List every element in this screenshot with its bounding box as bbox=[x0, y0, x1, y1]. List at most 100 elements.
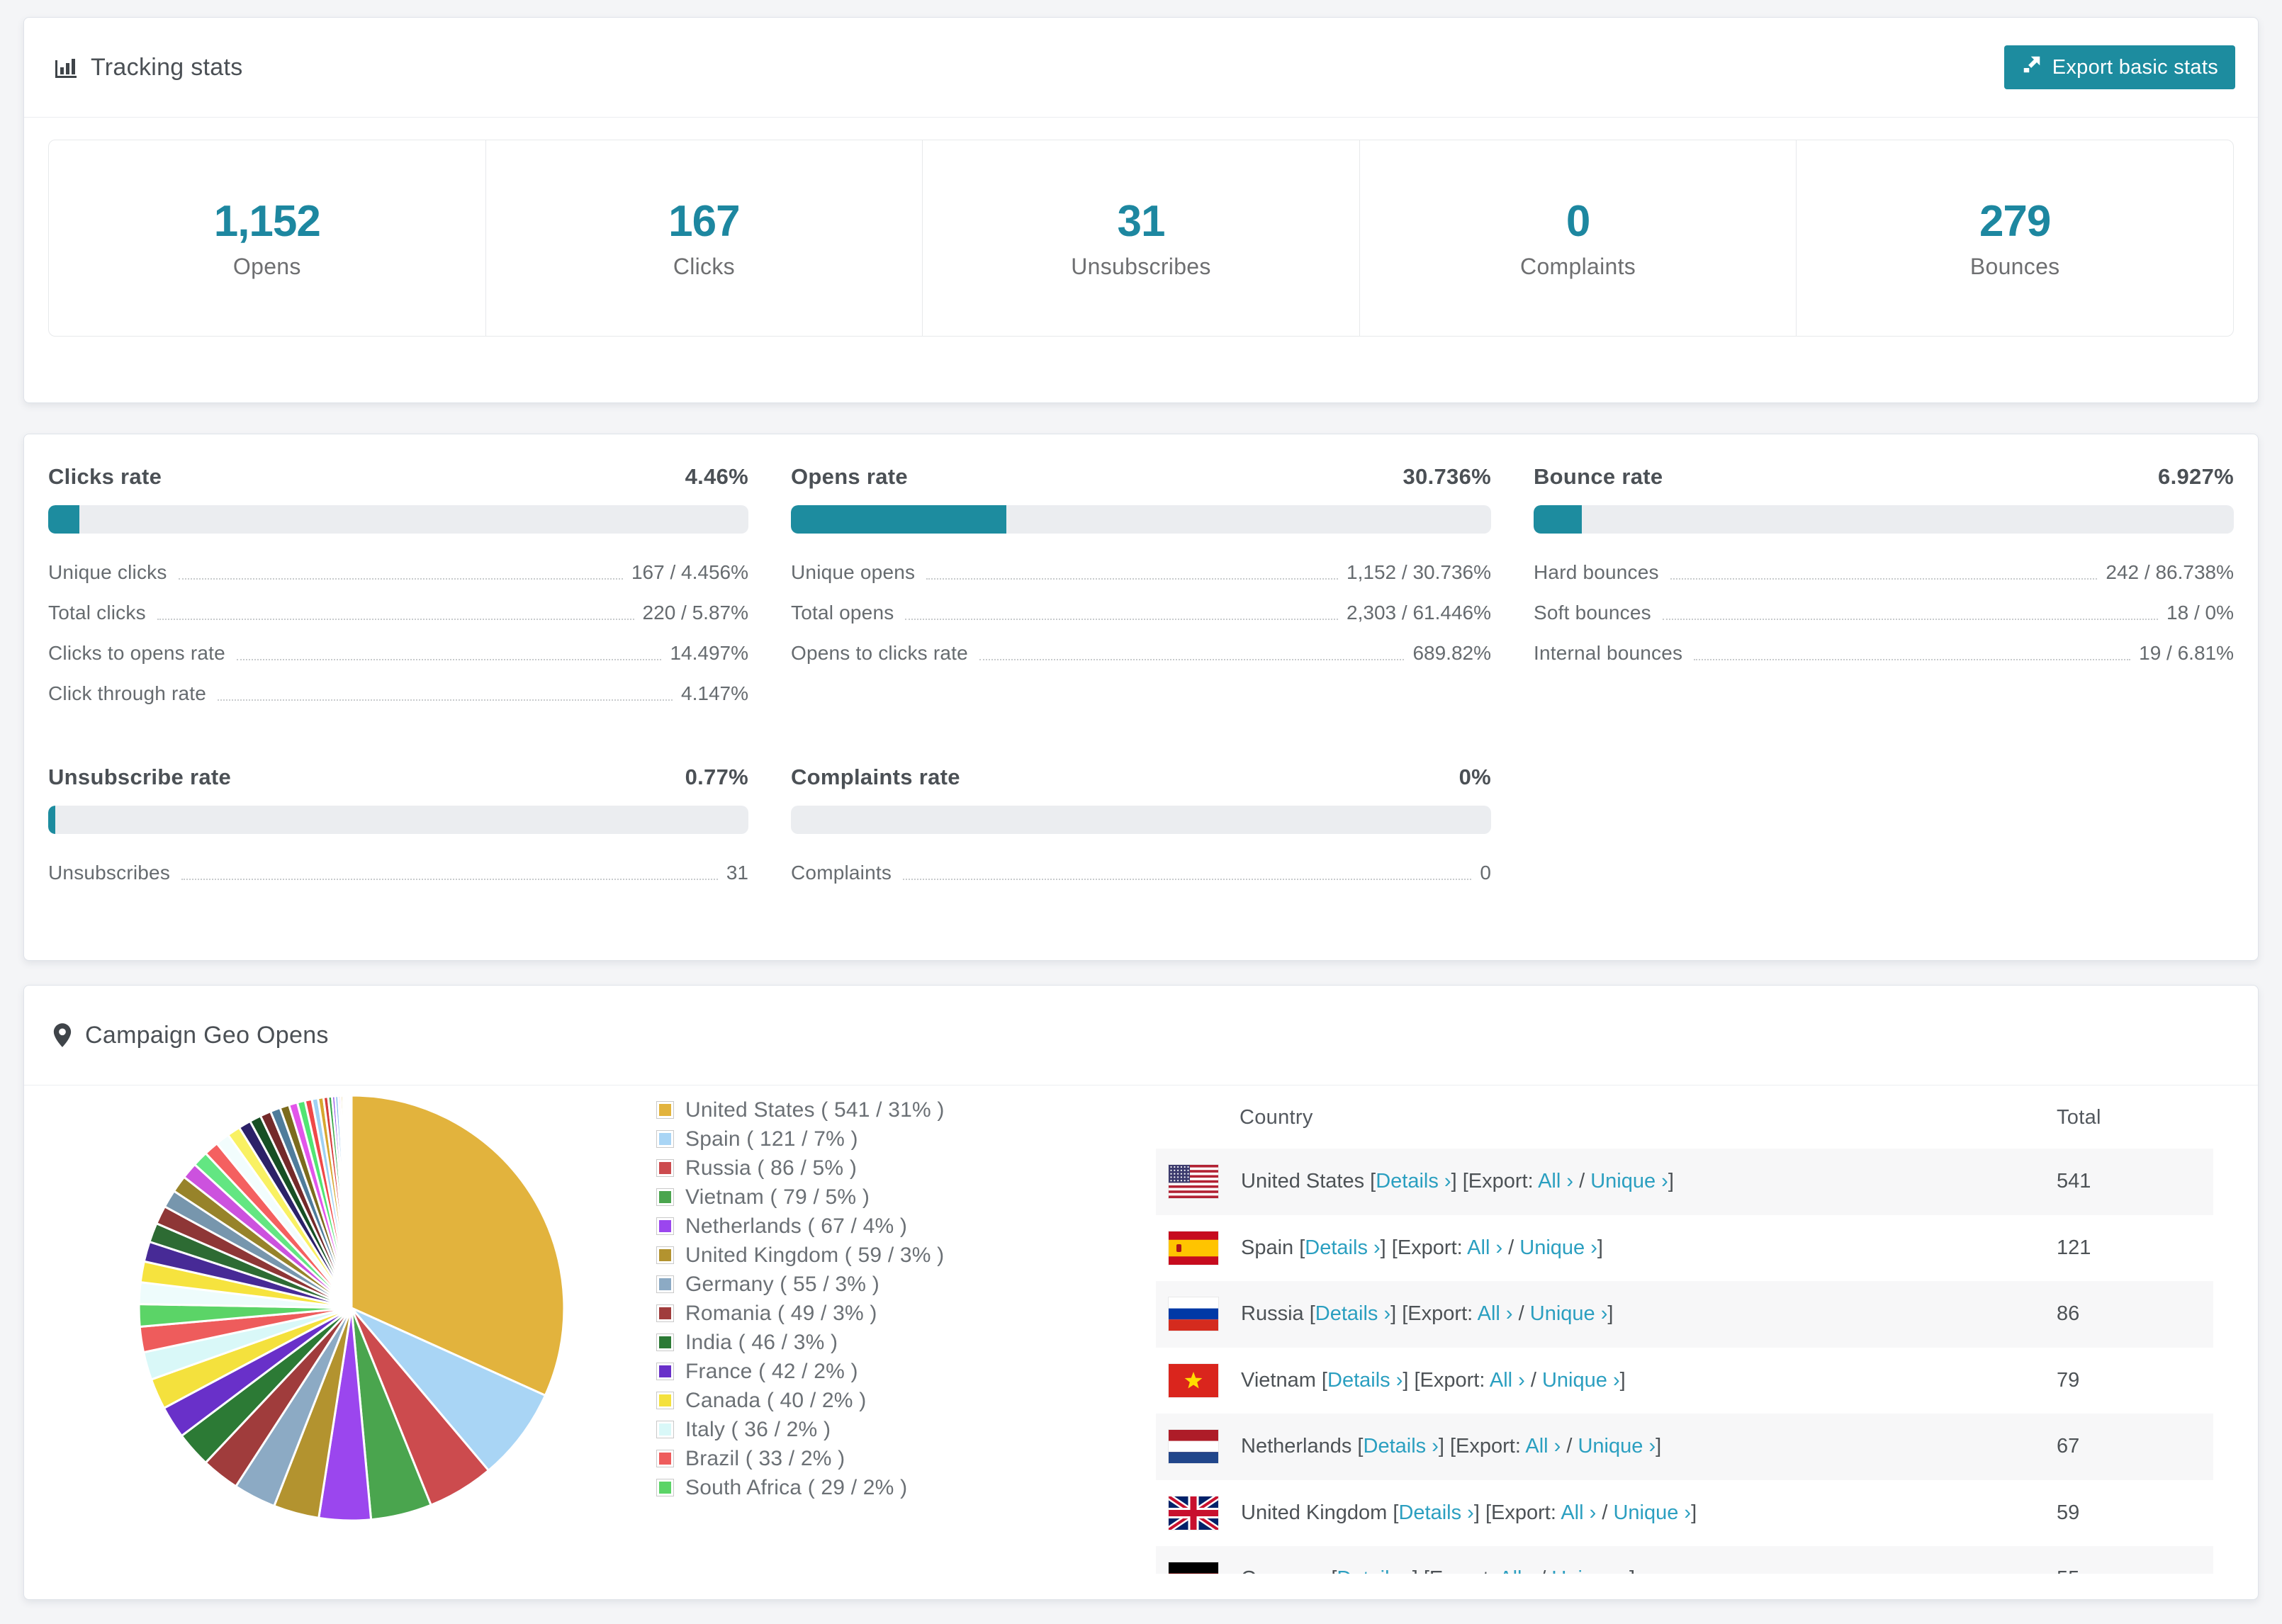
export-unique-link[interactable]: Unique › bbox=[1590, 1170, 1668, 1192]
rate-title: Complaints rate bbox=[791, 765, 960, 789]
legend-swatch bbox=[656, 1275, 674, 1293]
geo-pie-chart bbox=[137, 1094, 566, 1522]
stat-value: 1,152 bbox=[213, 197, 321, 246]
tracking-stats-header: Tracking stats Export basic stats bbox=[24, 18, 2258, 118]
rate-row-label: Clicks to opens rate bbox=[48, 641, 225, 664]
export-all-link[interactable]: All › bbox=[1478, 1302, 1513, 1325]
legend-swatch bbox=[656, 1450, 674, 1467]
details-link[interactable]: Details › bbox=[1364, 1435, 1439, 1457]
progress-bar bbox=[48, 505, 748, 534]
rate-row: Click through rate 4.147% bbox=[48, 673, 748, 714]
export-all-link[interactable]: All › bbox=[1525, 1435, 1561, 1457]
export-unique-link[interactable]: Unique › bbox=[1530, 1302, 1608, 1325]
rate-row-value: 31 bbox=[726, 861, 748, 884]
rate-rows: Complaints 0 bbox=[791, 852, 1491, 893]
rate-row-value: 1,152 / 30.736% bbox=[1347, 560, 1491, 583]
rate-row: Total opens 2,303 / 61.446% bbox=[791, 592, 1491, 633]
legend-label: Romania ( 49 / 3% ) bbox=[685, 1301, 877, 1325]
export-all-link[interactable]: All › bbox=[1490, 1369, 1525, 1392]
rate-title: Opens rate bbox=[791, 464, 908, 489]
export-unique-link[interactable]: Unique › bbox=[1578, 1435, 1656, 1457]
details-link[interactable]: Details › bbox=[1376, 1170, 1451, 1192]
legend-swatch bbox=[656, 1304, 674, 1322]
rate-row-label: Unique clicks bbox=[48, 560, 167, 583]
legend-label: South Africa ( 29 / 2% ) bbox=[685, 1475, 908, 1499]
stat-item: 1,152 Opens bbox=[49, 140, 486, 336]
dotted-leader bbox=[157, 618, 634, 620]
export-button-label: Export basic stats bbox=[2052, 55, 2218, 79]
rate-row-value: 242 / 86.738% bbox=[2106, 560, 2234, 583]
legend-label: India ( 46 / 3% ) bbox=[685, 1330, 838, 1354]
legend-item: Germany ( 55 / 3% ) bbox=[656, 1270, 945, 1299]
rate-block: Opens rate 30.736% Unique opens 1,152 / 30.… bbox=[791, 464, 1491, 714]
rate-row-label: Internal bounces bbox=[1534, 641, 1683, 664]
details-link[interactable]: Details › bbox=[1315, 1302, 1390, 1325]
export-all-link[interactable]: All › bbox=[1538, 1170, 1573, 1192]
export-all-link[interactable]: All › bbox=[1467, 1236, 1502, 1259]
rate-row-label: Click through rate bbox=[48, 682, 207, 704]
rate-row: Complaints 0 bbox=[791, 852, 1491, 893]
export-unique-link[interactable]: Unique › bbox=[1613, 1501, 1691, 1524]
table-row: Vietnam [Details ›] [Export: All › / Uni… bbox=[1156, 1348, 2213, 1414]
legend-swatch bbox=[656, 1188, 674, 1206]
export-unique-link[interactable]: Unique › bbox=[1519, 1236, 1597, 1259]
flag-ru-icon bbox=[1169, 1297, 1218, 1331]
export-all-link[interactable]: All › bbox=[1499, 1567, 1534, 1574]
details-link[interactable]: Details › bbox=[1337, 1567, 1412, 1574]
details-link[interactable]: Details › bbox=[1398, 1501, 1473, 1524]
export-basic-stats-button[interactable]: Export basic stats bbox=[2003, 45, 2235, 89]
country-name: Germany bbox=[1241, 1567, 1325, 1574]
rate-block: Bounce rate 6.927% Hard bounces 242 / 86.73… bbox=[1534, 464, 2234, 714]
country-cell: Russia [Details ›] [Export: All › / Uniq… bbox=[1156, 1297, 2051, 1331]
legend-label: Brazil ( 33 / 2% ) bbox=[685, 1446, 845, 1470]
rate-title: Bounce rate bbox=[1534, 464, 1663, 489]
legend-label: Netherlands ( 67 / 4% ) bbox=[685, 1214, 908, 1238]
legend-swatch bbox=[656, 1246, 674, 1264]
stat-value: 0 bbox=[1566, 197, 1590, 246]
legend-swatch bbox=[656, 1363, 674, 1380]
details-link[interactable]: Details › bbox=[1327, 1369, 1403, 1392]
country-name: Spain bbox=[1241, 1236, 1294, 1259]
rate-row-label: Unsubscribes bbox=[48, 861, 171, 884]
export-unique-link[interactable]: Unique › bbox=[1551, 1567, 1629, 1574]
flag-gb-icon bbox=[1169, 1496, 1218, 1530]
legend-swatch bbox=[656, 1421, 674, 1438]
table-row: United Kingdom [Details ›] [Export: All … bbox=[1156, 1480, 2213, 1547]
progress-fill bbox=[791, 505, 1006, 534]
rate-row-value: 167 / 4.456% bbox=[631, 560, 748, 583]
table-row: Russia [Details ›] [Export: All › / Uniq… bbox=[1156, 1281, 2213, 1348]
rate-row-value: 19 / 6.81% bbox=[2139, 641, 2234, 664]
rate-percent: 0% bbox=[1458, 765, 1491, 789]
table-row: Netherlands [Details ›] [Export: All › /… bbox=[1156, 1414, 2213, 1480]
export-unique-link[interactable]: Unique › bbox=[1542, 1369, 1620, 1392]
dotted-leader bbox=[178, 577, 623, 580]
rate-row: Unsubscribes 31 bbox=[48, 852, 748, 893]
legend-label: Vietnam ( 79 / 5% ) bbox=[685, 1185, 870, 1209]
legend-label: France ( 42 / 2% ) bbox=[685, 1359, 858, 1383]
stat-item: 279 Bounces bbox=[1797, 140, 2233, 336]
total-column-header: Total bbox=[2057, 1105, 2101, 1129]
progress-bar bbox=[1534, 505, 2234, 534]
rate-block: Complaints rate 0% Complaints 0 bbox=[791, 765, 1491, 893]
legend-swatch bbox=[656, 1333, 674, 1351]
rate-row-label: Complaints bbox=[791, 861, 892, 884]
country-text: Germany [Details ›] [Export: All › / Uni… bbox=[1241, 1567, 1635, 1574]
legend-item: Spain ( 121 / 7% ) bbox=[656, 1124, 945, 1154]
details-link[interactable]: Details › bbox=[1305, 1236, 1380, 1259]
legend-item: Russia ( 86 / 5% ) bbox=[656, 1154, 945, 1183]
legend-item: France ( 42 / 2% ) bbox=[656, 1357, 945, 1386]
rate-rows: Hard bounces 242 / 86.738% Soft bounces 18 … bbox=[1534, 552, 2234, 673]
tracking-stats-card: Tracking stats Export basic stats 1,152 O… bbox=[23, 17, 2259, 403]
stats-strip: 1,152 Opens 167 Clicks 31 Unsubscribes 0 Compla… bbox=[48, 140, 2234, 337]
flag-us-icon bbox=[1169, 1165, 1218, 1199]
legend-swatch bbox=[656, 1159, 674, 1177]
legend-item: Italy ( 36 / 2% ) bbox=[656, 1415, 945, 1444]
rate-percent: 6.927% bbox=[2158, 464, 2234, 489]
rate-row: Internal bounces 19 / 6.81% bbox=[1534, 633, 2234, 673]
country-cell: Spain [Details ›] [Export: All › / Uniqu… bbox=[1156, 1231, 2051, 1265]
legend-item: Canada ( 40 / 2% ) bbox=[656, 1386, 945, 1415]
rate-block-header: Bounce rate 6.927% bbox=[1534, 464, 2234, 490]
dotted-leader bbox=[1694, 658, 2131, 660]
stat-value: 31 bbox=[1117, 197, 1166, 246]
export-all-link[interactable]: All › bbox=[1561, 1501, 1596, 1524]
